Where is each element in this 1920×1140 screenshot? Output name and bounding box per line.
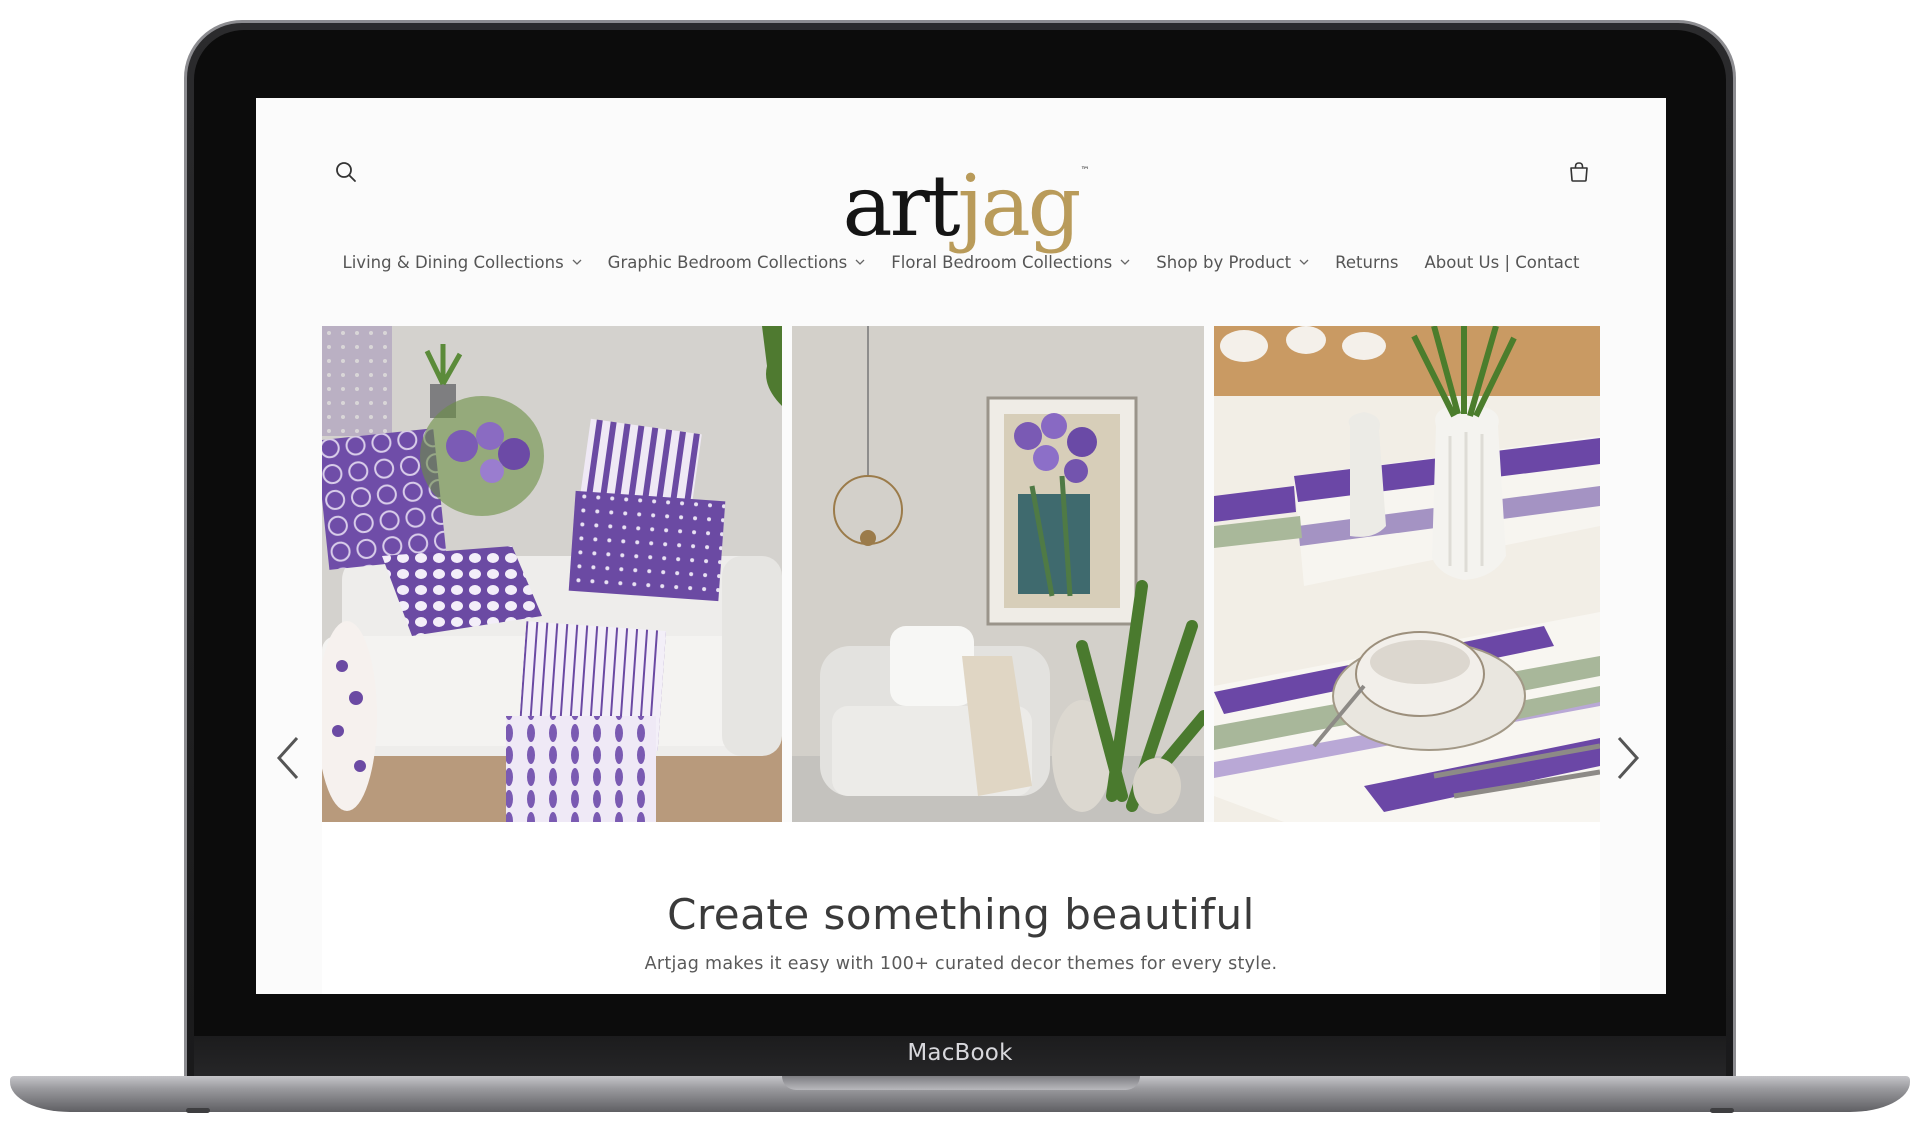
laptop-foot bbox=[186, 1108, 210, 1113]
nav-item-label: Shop by Product bbox=[1156, 252, 1292, 272]
main-navigation: Living & Dining Collections Graphic Bedr… bbox=[256, 246, 1666, 278]
nav-item-label: Living & Dining Collections bbox=[342, 252, 564, 272]
slideshow-prev-button[interactable] bbox=[266, 728, 310, 788]
nav-item-label: Floral Bedroom Collections bbox=[891, 252, 1113, 272]
chevron-right-icon bbox=[1617, 736, 1640, 780]
nav-item-floral-bedroom[interactable]: Floral Bedroom Collections bbox=[891, 253, 1130, 272]
site-logo[interactable]: artjag ™ bbox=[756, 116, 1176, 255]
banner-title: Create something beautiful bbox=[667, 890, 1255, 939]
nav-item-returns[interactable]: Returns bbox=[1335, 253, 1398, 272]
search-button[interactable] bbox=[326, 152, 366, 192]
search-icon bbox=[336, 162, 356, 182]
laptop-foot bbox=[1710, 1108, 1734, 1113]
cart-button[interactable] bbox=[1559, 152, 1599, 192]
site-header: artjag ™ Living & Dining Collections Grap… bbox=[256, 98, 1666, 338]
nav-item-label: About Us | Contact bbox=[1424, 252, 1580, 272]
chevron-down-icon bbox=[1299, 259, 1309, 265]
cart-icon bbox=[1570, 162, 1588, 182]
hero-banner: Create something beautiful Artjag makes … bbox=[322, 822, 1600, 994]
nav-item-graphic-bedroom[interactable]: Graphic Bedroom Collections bbox=[608, 253, 866, 272]
chevron-down-icon bbox=[572, 259, 582, 265]
nav-item-living-dining[interactable]: Living & Dining Collections bbox=[343, 253, 582, 272]
slide-image-sofa bbox=[322, 326, 782, 822]
nav-item-label: Graphic Bedroom Collections bbox=[607, 252, 848, 272]
logo-trademark: ™ bbox=[1080, 166, 1090, 176]
slide-image-armchair bbox=[792, 326, 1204, 822]
nav-item-label: Returns bbox=[1335, 252, 1399, 272]
chevron-left-icon bbox=[276, 736, 299, 780]
chevron-down-icon bbox=[1120, 259, 1130, 265]
nav-item-shop-by-product[interactable]: Shop by Product bbox=[1156, 253, 1309, 272]
slideshow-next-button[interactable] bbox=[1606, 728, 1650, 788]
logo-text-art: art bbox=[842, 157, 961, 255]
logo-text-jag: jag bbox=[957, 157, 1082, 255]
slide-image-dining bbox=[1214, 326, 1600, 822]
device-label: MacBook bbox=[907, 1040, 1013, 1066]
browser-screen: artjag ™ Living & Dining Collections Grap… bbox=[256, 98, 1666, 994]
banner-subtitle: Artjag makes it easy with 100+ curated d… bbox=[644, 954, 1278, 974]
nav-item-about-contact[interactable]: About Us | Contact bbox=[1425, 253, 1580, 272]
laptop-hinge-notch bbox=[782, 1076, 1140, 1090]
chevron-down-icon bbox=[855, 259, 865, 265]
laptop-frame: MacBook artjag ™ Living & Dining Collect… bbox=[0, 0, 1920, 1140]
